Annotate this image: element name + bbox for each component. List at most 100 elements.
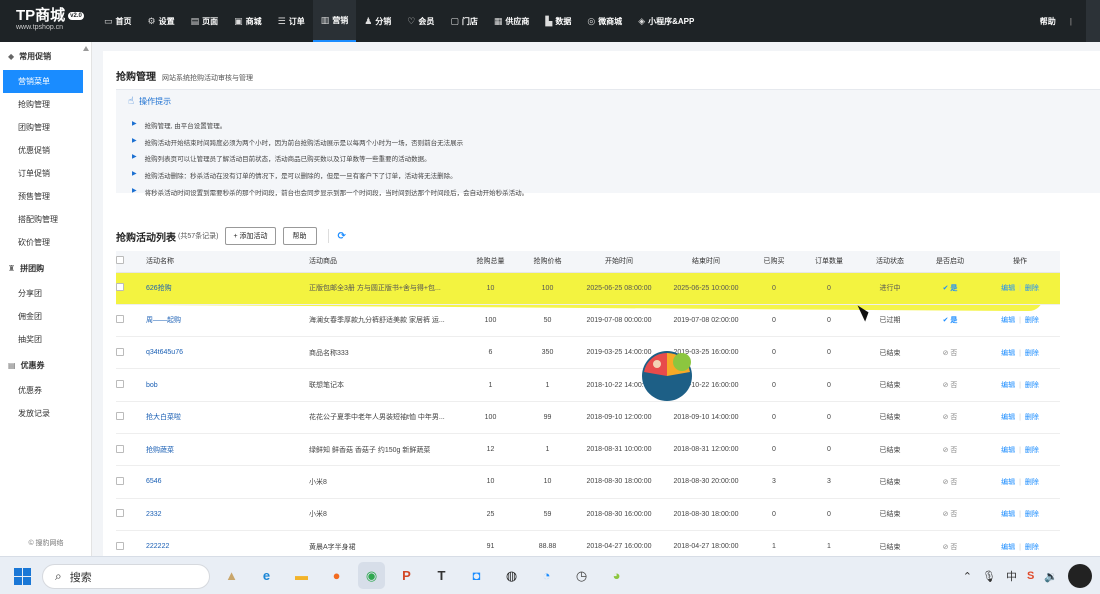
chat-icon[interactable]: ◔ — [533, 562, 560, 589]
sidebar-item[interactable]: 分享团 — [0, 282, 91, 305]
typora-icon[interactable]: T — [428, 562, 455, 589]
activity-name[interactable]: 周——起购 — [146, 317, 181, 324]
sidebar-item[interactable]: 搭配购管理 — [0, 208, 91, 231]
nav-item-chart[interactable]: ▥ 营销 — [312, 0, 357, 42]
enabled-status[interactable]: 否 — [950, 479, 957, 486]
delete-button[interactable]: 删除 — [1025, 414, 1039, 421]
delete-button[interactable]: 删除 — [1025, 479, 1039, 486]
enabled-status[interactable]: 否 — [950, 414, 957, 421]
avatar[interactable] — [1068, 564, 1092, 588]
delete-button[interactable]: 删除 — [1025, 350, 1039, 357]
nav-item-gear[interactable]: ⚙ 设置 — [140, 0, 183, 42]
nav-item-heart[interactable]: ♡ 会员 — [399, 0, 442, 42]
edit-button[interactable]: 编辑 — [1001, 479, 1015, 486]
delete-button[interactable]: 删除 — [1025, 544, 1039, 551]
chevron-up-icon[interactable]: ⌃ — [963, 570, 972, 583]
taskbar-search[interactable]: ⌕ 搜索 — [42, 564, 210, 589]
help-button[interactable]: 帮助 — [282, 227, 317, 245]
logo[interactable]: TP商城 v2.0 www.tpshop.cn — [0, 0, 96, 42]
desert-icon[interactable]: ▲ — [218, 562, 245, 589]
nav-item-wechat[interactable]: ◎ 微商城 — [579, 0, 630, 42]
edit-button[interactable]: 编辑 — [1001, 382, 1015, 389]
sidebar-item[interactable]: 订单促销 — [0, 162, 91, 185]
sidebar-item[interactable]: 砍价管理 — [0, 231, 91, 254]
activity-name[interactable]: bob — [146, 382, 158, 389]
sidebar-item[interactable]: 佣金团 — [0, 305, 91, 328]
add-activity-button[interactable]: + 添加活动 — [225, 227, 276, 245]
activity-name[interactable]: 2332 — [146, 511, 162, 518]
edit-button[interactable]: 编辑 — [1001, 414, 1015, 421]
floating-ball-icon[interactable] — [641, 350, 693, 402]
qq-icon[interactable]: ◘ — [463, 562, 490, 589]
edit-button[interactable]: 编辑 — [1001, 285, 1015, 292]
nav-item-data[interactable]: ▙ 数据 — [537, 0, 579, 42]
obs-icon[interactable]: ◍ — [498, 562, 525, 589]
activity-name[interactable]: 抢购蔬菜 — [146, 447, 174, 454]
delete-button[interactable]: 删除 — [1025, 511, 1039, 518]
row-checkbox[interactable] — [116, 444, 124, 453]
nav-item-shop[interactable]: ▢ 门店 — [442, 0, 486, 42]
edit-button[interactable]: 编辑 — [1001, 317, 1015, 324]
tips-title[interactable]: 操作提示 — [139, 96, 171, 107]
delete-button[interactable]: 删除 — [1025, 382, 1039, 389]
sidebar-item[interactable]: 预售管理 — [0, 185, 91, 208]
panel-toggle[interactable] — [1086, 0, 1100, 42]
edit-button[interactable]: 编辑 — [1001, 447, 1015, 454]
input-method-icon[interactable]: 中 — [1006, 568, 1017, 584]
enabled-status[interactable]: 否 — [950, 447, 957, 454]
enabled-status[interactable]: 否 — [950, 544, 957, 551]
activity-name[interactable]: 6546 — [146, 478, 162, 485]
sidebar-item[interactable]: 优惠券 — [0, 379, 91, 402]
enabled-status[interactable]: 否 — [950, 382, 957, 389]
activity-name[interactable]: q34t645u76 — [146, 349, 183, 356]
nav-item-page[interactable]: ▤ 页面 — [183, 0, 227, 42]
edit-button[interactable]: 编辑 — [1001, 544, 1015, 551]
enabled-status[interactable]: 是 — [950, 285, 957, 292]
sogou-icon[interactable]: S — [1027, 570, 1034, 582]
nav-item-supplier[interactable]: ▦ 供应商 — [486, 0, 538, 42]
sidebar-item[interactable]: 抢购管理 — [0, 93, 91, 116]
nav-item-users[interactable]: ♟ 分销 — [356, 0, 399, 42]
row-checkbox[interactable] — [116, 509, 124, 518]
nav-item-monitor[interactable]: ▭ 首页 — [96, 0, 140, 42]
activity-name[interactable]: 626抢购 — [146, 285, 172, 292]
powerpoint-icon[interactable]: P — [393, 562, 420, 589]
nav-item-miniapp[interactable]: ◈ 小程序&APP — [630, 0, 702, 42]
microphone-icon[interactable]: 🎙 — [982, 570, 996, 583]
select-all-checkbox[interactable] — [116, 256, 124, 265]
edit-button[interactable]: 编辑 — [1001, 511, 1015, 518]
row-checkbox[interactable] — [116, 380, 124, 389]
activity-name[interactable]: 222222 — [146, 543, 169, 550]
enabled-status[interactable]: 是 — [950, 317, 957, 324]
nav-item-store[interactable]: ▣ 商城 — [226, 0, 270, 42]
delete-button[interactable]: 删除 — [1025, 285, 1039, 292]
row-checkbox[interactable] — [116, 347, 124, 356]
sidebar-item[interactable]: 抽奖团 — [0, 328, 91, 351]
row-checkbox[interactable] — [116, 412, 124, 421]
delete-button[interactable]: 删除 — [1025, 317, 1039, 324]
row-checkbox[interactable] — [116, 541, 124, 550]
scroll-up-icon[interactable] — [83, 46, 89, 51]
refresh-icon[interactable]: ⟳ — [338, 231, 346, 242]
sidebar-item[interactable]: 团购管理 — [0, 116, 91, 139]
nav-item-order[interactable]: ☰ 订单 — [270, 0, 313, 42]
activity-name[interactable]: 抢大白菜啦 — [146, 414, 181, 421]
volume-icon[interactable]: 🔉 — [1044, 570, 1058, 583]
row-checkbox[interactable] — [116, 283, 124, 292]
chrome-icon[interactable]: ◉ — [358, 562, 385, 589]
help-link[interactable]: 帮助 — [1040, 16, 1056, 27]
folder-icon[interactable]: ▬ — [288, 562, 315, 589]
clock-icon[interactable]: ◷ — [568, 562, 595, 589]
enabled-status[interactable]: 否 — [950, 350, 957, 357]
edit-button[interactable]: 编辑 — [1001, 350, 1015, 357]
sidebar-item[interactable]: 营销菜单 — [3, 70, 83, 93]
sidebar-item[interactable]: 发放记录 — [0, 402, 91, 425]
row-checkbox[interactable] — [116, 476, 124, 485]
sidebar-item[interactable]: 优惠促销 — [0, 139, 91, 162]
row-checkbox[interactable] — [116, 315, 124, 324]
windows-start-icon[interactable] — [14, 568, 31, 585]
firefox-icon[interactable]: ● — [323, 562, 350, 589]
enabled-status[interactable]: 否 — [950, 511, 957, 518]
edge-icon[interactable]: e — [253, 562, 280, 589]
lime-icon[interactable]: ◕ — [603, 562, 630, 589]
